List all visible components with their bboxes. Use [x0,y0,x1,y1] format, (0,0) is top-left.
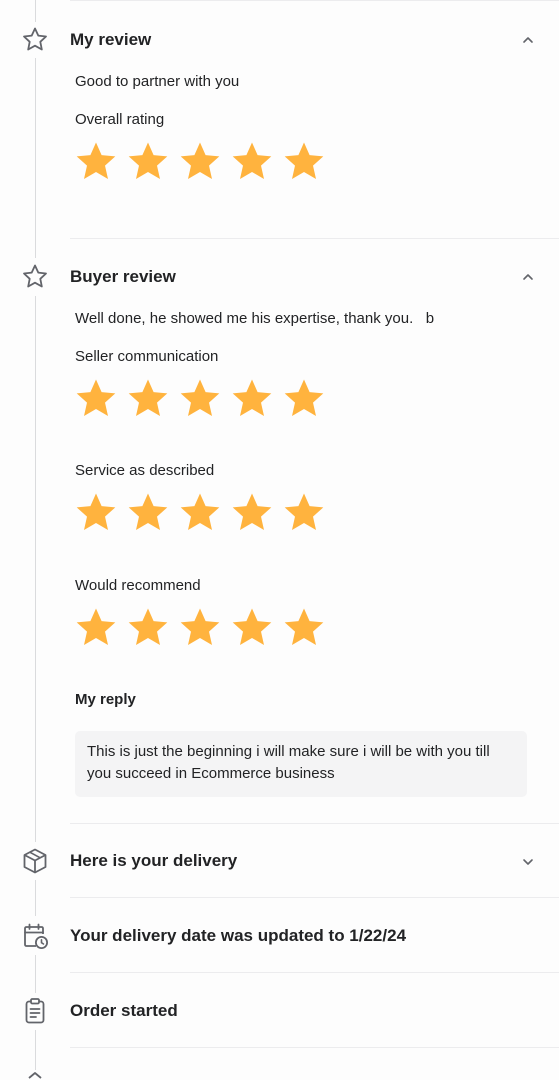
timeline-line [35,955,36,993]
rating-star-icon [284,379,324,416]
rating-star-icon [180,142,220,179]
my-review-title[interactable]: My review [70,30,151,50]
rating-star-icon [284,608,324,645]
rating-star-icon [232,142,272,179]
buyer-review-title[interactable]: Buyer review [70,267,176,287]
star-outline-icon [20,262,50,292]
rating-star-icon [232,608,272,645]
seller-communication-stars [74,377,326,421]
timeline-line [35,0,36,22]
rating-star-icon [76,608,116,645]
timeline-next-icon [20,1070,50,1080]
package-icon [20,846,50,876]
order-timeline-page: My review Good to partner with you Overa… [0,0,559,1080]
would-recommend-stars [74,606,326,650]
my-reply-label: My reply [75,691,136,708]
delivery-date-title: Your delivery date was updated to 1/22/2… [70,926,407,945]
divider [70,823,559,824]
delivery-title[interactable]: Here is your delivery [70,851,237,871]
divider [70,972,559,973]
timeline-line [35,58,36,258]
order-started-title: Order started [70,1001,178,1020]
rating-star-icon [128,493,168,530]
divider [70,238,559,239]
rating-star-icon [180,608,220,645]
overall-rating-stars [74,140,326,184]
divider [70,897,559,898]
rating-star-icon [232,379,272,416]
rating-star-icon [284,493,324,530]
seller-communication-label: Seller communication [75,348,219,365]
would-recommend-label: Would recommend [75,577,201,594]
rating-star-icon [128,142,168,179]
timeline-line [35,1030,36,1070]
clipboard-icon [20,996,50,1026]
rating-star-icon [128,379,168,416]
buyer-review-comment: Well done, he showed me his expertise, t… [75,310,435,327]
rating-star-icon [128,608,168,645]
rating-star-icon [232,493,272,530]
timeline-line [35,880,36,916]
calendar-clock-icon [20,921,50,951]
overall-rating-label: Overall rating [75,111,165,128]
rating-star-icon [180,493,220,530]
my-review-comment: Good to partner with you [75,73,240,90]
rating-star-icon [76,493,116,530]
chevron-down-icon[interactable] [521,855,535,869]
my-reply-box: This is just the beginning i will make s… [75,731,527,797]
timeline-line [35,296,36,842]
rating-star-icon [76,379,116,416]
rating-star-icon [76,142,116,179]
divider [70,0,559,1]
service-as-described-label: Service as described [75,462,215,479]
divider [70,1047,559,1048]
service-as-described-stars [74,491,326,535]
chevron-up-icon[interactable] [521,270,535,284]
chevron-up-icon[interactable] [521,33,535,47]
rating-star-icon [180,379,220,416]
star-outline-icon [20,25,50,55]
rating-star-icon [284,142,324,179]
